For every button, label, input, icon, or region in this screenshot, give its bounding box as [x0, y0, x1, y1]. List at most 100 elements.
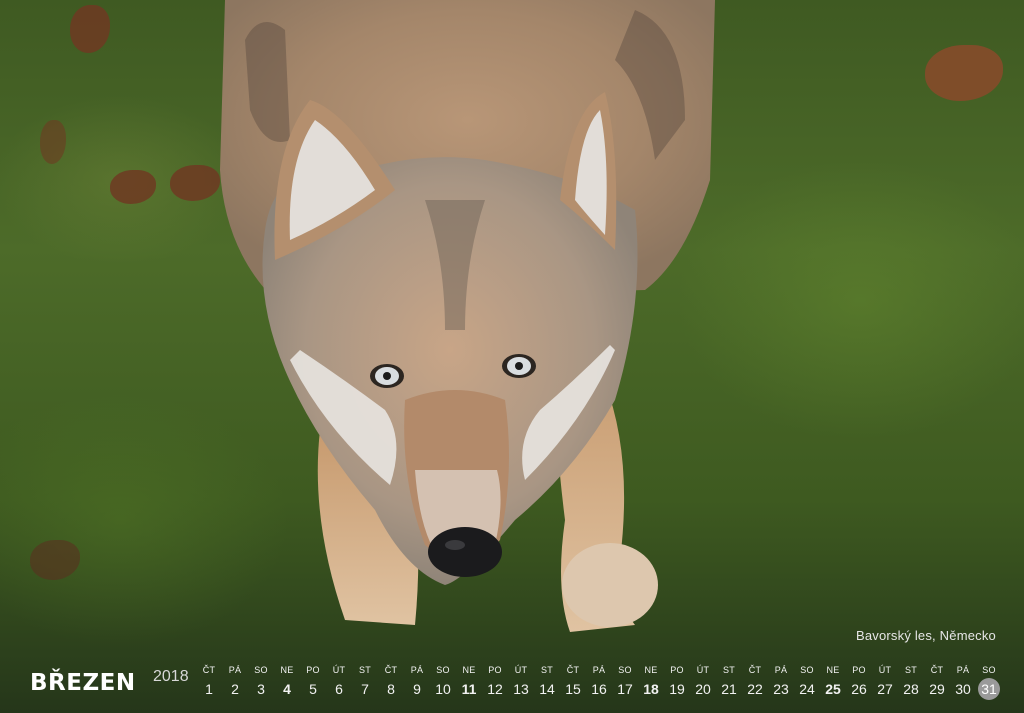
day-number: 18 [643, 681, 659, 697]
calendar-day: SO 24 [794, 664, 820, 701]
calendar-day: SO 3 [248, 664, 274, 701]
weekday-label: SO [982, 665, 996, 675]
day-number: 20 [695, 681, 711, 697]
calendar-day: ÚT 20 [690, 664, 716, 701]
weekday-label: ČT [384, 665, 398, 675]
day-number: 25 [825, 681, 841, 697]
calendar-day: ÚT 6 [326, 664, 352, 701]
calendar-day: NE 18 [638, 664, 664, 701]
autumn-leaf [110, 170, 156, 204]
day-number: 16 [591, 681, 607, 697]
weekday-label: PO [670, 665, 684, 675]
autumn-leaf [40, 120, 66, 164]
weekday-label: ST [904, 665, 918, 675]
weekday-label: ÚT [332, 665, 346, 675]
calendar-day: ČT 29 [924, 664, 950, 701]
day-number: 5 [309, 681, 317, 697]
calendar-day: PO 5 [300, 664, 326, 701]
day-number: 12 [487, 681, 503, 697]
year-label: 2018 [153, 668, 189, 685]
calendar-day: PÁ 30 [950, 664, 976, 701]
calendar-day: NE 25 [820, 664, 846, 701]
day-number: 27 [877, 681, 893, 697]
weekday-label: ÚT [514, 665, 528, 675]
day-number: 22 [747, 681, 763, 697]
weekday-label: PÁ [228, 665, 242, 675]
weekday-label: SO [436, 665, 450, 675]
calendar-day: SO 31 [976, 664, 1002, 700]
weekday-label: ČT [930, 665, 944, 675]
calendar-day: SO 10 [430, 664, 456, 701]
weekday-label: PÁ [410, 665, 424, 675]
day-number: 17 [617, 681, 633, 697]
day-number: 2 [231, 681, 239, 697]
weekday-label: NE [462, 665, 476, 675]
calendar-day: PÁ 9 [404, 664, 430, 701]
weekday-label: ÚT [878, 665, 892, 675]
day-number: 24 [799, 681, 815, 697]
weekday-label: NE [644, 665, 658, 675]
weekday-label: ST [722, 665, 736, 675]
autumn-leaf [925, 45, 1003, 101]
day-number: 30 [955, 681, 971, 697]
calendar-day: PÁ 23 [768, 664, 794, 701]
weekday-label: ČT [566, 665, 580, 675]
calendar-day: PÁ 2 [222, 664, 248, 701]
day-number: 15 [565, 681, 581, 697]
calendar-day: NE 11 [456, 664, 482, 701]
calendar-day: ČT 1 [196, 664, 222, 701]
calendar-day: ČT 8 [378, 664, 404, 701]
day-number: 26 [851, 681, 867, 697]
weekday-label: SO [800, 665, 814, 675]
calendar-day: NE 4 [274, 664, 300, 701]
wolf-illustration [220, 0, 715, 632]
day-number: 9 [413, 681, 421, 697]
day-number: 13 [513, 681, 529, 697]
calendar-day: ČT 15 [560, 664, 586, 701]
day-number: 11 [461, 681, 477, 697]
calendar-day: ST 14 [534, 664, 560, 701]
calendar-day: SO 17 [612, 664, 638, 701]
calendar-day: ST 28 [898, 664, 924, 701]
photo-caption: Bavorský les, Německo [855, 628, 996, 643]
weekday-label: PÁ [774, 665, 788, 675]
weekday-label: ČT [748, 665, 762, 675]
weekday-label: ST [540, 665, 554, 675]
day-number: 10 [435, 681, 451, 697]
day-number: 3 [257, 681, 265, 697]
calendar-day: PO 12 [482, 664, 508, 701]
weekday-label: PÁ [592, 665, 606, 675]
weekday-label: NE [826, 665, 840, 675]
calendar-day: ST 21 [716, 664, 742, 701]
calendar-day: ÚT 27 [872, 664, 898, 701]
wolf-photo [215, 0, 720, 640]
autumn-leaf [170, 165, 220, 201]
calendar-day: ST 7 [352, 664, 378, 701]
day-number: 21 [721, 681, 737, 697]
weekday-label: PO [852, 665, 866, 675]
day-number: 4 [283, 681, 291, 697]
weekday-label: ST [358, 665, 372, 675]
calendar-days: ČT 1 PÁ 2 SO 3 NE 4 PO 5 ÚT 6 ST 7 ČT 8 PÁ 9 SO 10 NE 11 PO 12 Ú… [196, 664, 1004, 706]
calendar-page: Bavorský les, Německo BŘEZEN 2018 ČT 1 PÁ 2… [0, 0, 1024, 713]
day-number: 31 [978, 678, 1000, 700]
day-number: 7 [361, 681, 369, 697]
calendar-day: ČT 22 [742, 664, 768, 701]
calendar-day: PO 26 [846, 664, 872, 701]
weekday-label: SO [618, 665, 632, 675]
weekday-label: NE [280, 665, 294, 675]
day-number: 8 [387, 681, 395, 697]
month-name: BŘEZEN [30, 670, 136, 696]
weekday-label: ÚT [696, 665, 710, 675]
day-number: 19 [669, 681, 685, 697]
weekday-label: ČT [202, 665, 216, 675]
calendar-day: PO 19 [664, 664, 690, 701]
day-number: 23 [773, 681, 789, 697]
calendar-day: PÁ 16 [586, 664, 612, 701]
weekday-label: PÁ [956, 665, 970, 675]
weekday-label: SO [254, 665, 268, 675]
weekday-label: PO [306, 665, 320, 675]
day-number: 6 [335, 681, 343, 697]
day-number: 1 [205, 681, 213, 697]
day-number: 28 [903, 681, 919, 697]
